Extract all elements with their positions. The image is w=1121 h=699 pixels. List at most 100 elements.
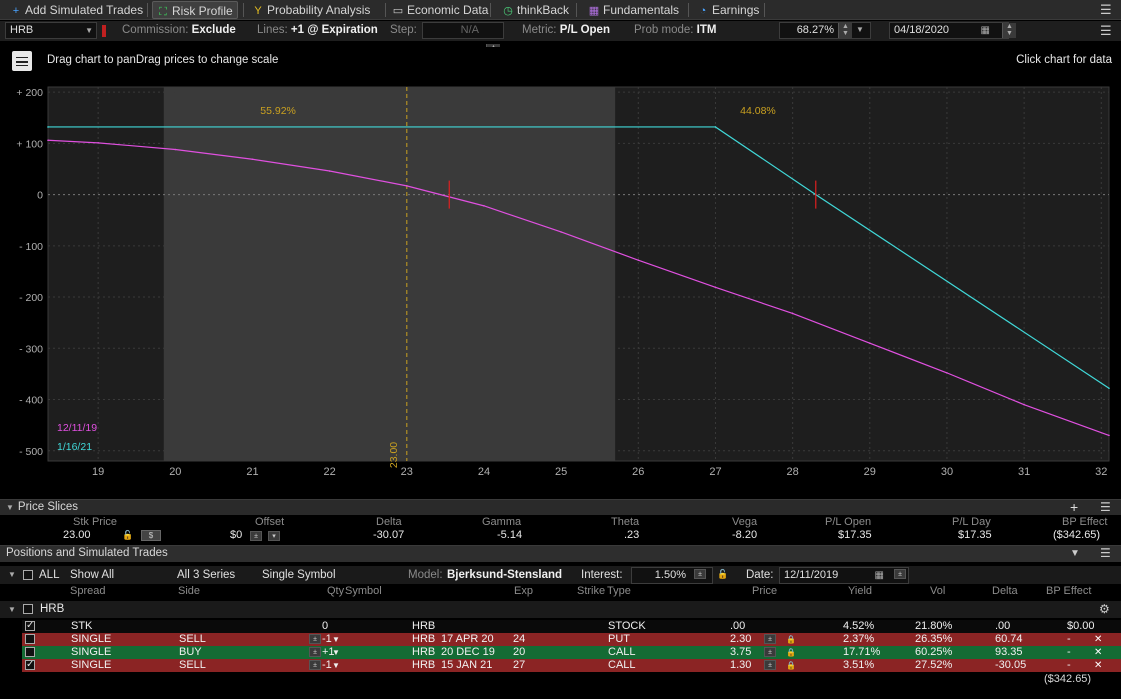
- position-checkbox[interactable]: [25, 634, 35, 644]
- tab-economic-data[interactable]: ▭ Economic Data: [388, 1, 492, 19]
- position-checkbox[interactable]: [25, 619, 35, 632]
- qty-cell[interactable]: -1: [322, 659, 332, 672]
- series-filter-dropdown[interactable]: All 3 Series: [177, 569, 235, 581]
- price-cell[interactable]: 2.30: [730, 633, 751, 646]
- stk-price-value[interactable]: 23.00: [63, 529, 91, 541]
- vega-value: -8.20: [732, 529, 758, 541]
- calendar-icon[interactable]: ▦: [875, 568, 884, 583]
- exp-cell[interactable]: 17 APR 20: [441, 633, 494, 646]
- calendar-icon[interactable]: ▦: [981, 23, 990, 38]
- lines-control[interactable]: Lines: +1 @ Expiration: [257, 24, 378, 36]
- position-row[interactable]: SINGLE SELL -1 HRB 15 JAN 21 27 CALL 1.30 3.51% 2…: [22, 658, 1121, 672]
- price-spinner[interactable]: ±: [764, 634, 776, 644]
- qty-cell[interactable]: 0: [322, 620, 328, 633]
- type-cell[interactable]: CALL: [608, 659, 636, 672]
- tab-risk-profile[interactable]: ⛶ Risk Profile: [152, 1, 238, 19]
- price-cell[interactable]: 3.75: [730, 646, 751, 659]
- side-cell[interactable]: BUY: [179, 646, 202, 659]
- strike-cell[interactable]: 27: [513, 659, 525, 672]
- side-cell[interactable]: SELL: [179, 633, 206, 646]
- positions-header[interactable]: Positions and Simulated Trades ▼ ☰: [0, 545, 1121, 562]
- lock-icon[interactable]: 🔓: [122, 530, 133, 541]
- exp-cell[interactable]: 20 DEC 19: [441, 646, 495, 659]
- model-dropdown[interactable]: Bjerksund-Stensland: [447, 569, 562, 581]
- prob-mode-control[interactable]: Prob mode: ITM: [634, 24, 716, 36]
- tab-thinkback[interactable]: ◷ thinkBack: [498, 1, 573, 19]
- position-row[interactable]: STK 0 HRB STOCK .00 4.52% 21.80% .00 $0.00: [22, 619, 1121, 633]
- qty-spinner[interactable]: ±: [309, 660, 321, 670]
- price-slices-header[interactable]: ▼ Price Slices + ☰: [0, 499, 1121, 515]
- date-spinner[interactable]: ±: [894, 569, 906, 579]
- add-slice-icon[interactable]: +: [1070, 500, 1078, 515]
- menu-icon[interactable]: ☰: [1100, 23, 1112, 39]
- chart-style-icon[interactable]: [12, 51, 32, 71]
- dollar-toggle[interactable]: $: [141, 530, 161, 541]
- price-spinner[interactable]: ±: [764, 660, 776, 670]
- select-all-checkbox[interactable]: [23, 570, 33, 580]
- position-checkbox[interactable]: [25, 647, 35, 657]
- chevron-down-icon[interactable]: ▼: [856, 25, 864, 34]
- qty-spinner[interactable]: ±: [309, 647, 321, 657]
- price-cell[interactable]: 1.30: [730, 659, 751, 672]
- tab-probability-analysis[interactable]: Y Probability Analysis: [248, 1, 374, 19]
- qty-cell[interactable]: -1: [322, 633, 332, 646]
- chevron-down-icon[interactable]: ▼: [332, 646, 340, 659]
- offset-spinner[interactable]: ±: [250, 531, 262, 541]
- group-checkbox[interactable]: [23, 604, 33, 614]
- date-field[interactable]: 04/18/2020 ▦: [889, 22, 1009, 39]
- spread-cell: SINGLE: [71, 659, 112, 671]
- tab-earnings[interactable]: ◔ Earnings: [693, 1, 763, 19]
- chevron-down-icon[interactable]: ▼: [332, 659, 340, 672]
- position-checkbox[interactable]: [25, 658, 35, 671]
- risk-profile-svg[interactable]: 19 20 21 22 23 24 25 26 27 28 29 30 31 32 + 200 + 100 0 -…: [0, 75, 1121, 500]
- remove-position-icon[interactable]: ✕: [1094, 659, 1102, 672]
- lock-icon[interactable]: 🔒: [786, 646, 796, 659]
- date-value: 04/18/2020: [894, 24, 950, 36]
- show-all-dropdown[interactable]: Show All: [70, 569, 114, 581]
- risk-profile-chart[interactable]: 19 20 21 22 23 24 25 26 27 28 29 30 31 32 + 200 + 100 0 -…: [0, 75, 1121, 500]
- tab-add-simulated-trades[interactable]: + Add Simulated Trades: [6, 1, 147, 19]
- price-cell[interactable]: .00: [730, 620, 745, 633]
- symbol-selector[interactable]: HRB ▼: [5, 22, 97, 39]
- col-price: Price: [752, 585, 778, 597]
- lock-icon[interactable]: 🔒: [786, 633, 796, 646]
- qty-spinner[interactable]: ±: [309, 634, 321, 644]
- collapse-icon[interactable]: ▼: [6, 503, 14, 512]
- menu-icon[interactable]: ☰: [1100, 2, 1112, 18]
- symbol-filter-dropdown[interactable]: Single Symbol: [262, 569, 336, 581]
- interest-spinner[interactable]: ±: [694, 569, 706, 579]
- filter-icon[interactable]: ▼: [1070, 546, 1080, 561]
- tab-fundamentals[interactable]: ▦ Fundamentals: [584, 1, 683, 19]
- group-row-hrb[interactable]: ▼ HRB ⚙: [0, 601, 1121, 618]
- menu-icon[interactable]: ☰: [1100, 500, 1111, 515]
- lock-icon[interactable]: 🔒: [786, 659, 796, 672]
- type-cell[interactable]: CALL: [608, 646, 636, 659]
- collapse-icon[interactable]: ▼: [8, 605, 16, 614]
- remove-position-icon[interactable]: ✕: [1094, 633, 1102, 646]
- exp-cell[interactable]: 15 JAN 21: [441, 659, 492, 672]
- side-cell[interactable]: SELL: [179, 659, 206, 672]
- chevron-down-icon[interactable]: ▾: [268, 531, 280, 541]
- type-cell[interactable]: PUT: [608, 633, 630, 646]
- step-field[interactable]: N/A: [422, 22, 504, 39]
- positions-date-field[interactable]: 12/11/2019 ▦: [779, 567, 909, 584]
- chevron-down-icon[interactable]: ▼: [332, 633, 340, 646]
- commission-control[interactable]: Commission: Exclude: [122, 24, 236, 36]
- position-row[interactable]: SINGLE SELL -1 HRB 17 APR 20 24 PUT 2.30 2.37% 26…: [22, 633, 1121, 646]
- positions-toolbar: ▼ ALL Show All All 3 Series Single Symbo…: [0, 566, 1121, 584]
- collapse-icon[interactable]: ▼: [8, 570, 16, 579]
- metric-control[interactable]: Metric: P/L Open: [522, 24, 610, 36]
- position-row[interactable]: SINGLE BUY +1 HRB 20 DEC 19 20 CALL 3.75 17.71% 6…: [22, 646, 1121, 659]
- menu-icon[interactable]: ☰: [1100, 546, 1111, 561]
- date-spinner[interactable]: ▲ ▼: [1002, 23, 1016, 38]
- price-spinner[interactable]: ±: [764, 647, 776, 657]
- prob-percent-spinner[interactable]: ▲ ▼: [838, 23, 852, 38]
- strike-cell[interactable]: 20: [513, 646, 525, 659]
- gear-icon[interactable]: ⚙: [1099, 602, 1110, 616]
- remove-position-icon[interactable]: ✕: [1094, 646, 1102, 659]
- symbol-cell: HRB: [412, 633, 436, 645]
- offset-value[interactable]: $0: [230, 529, 242, 541]
- type-cell[interactable]: STOCK: [608, 620, 646, 633]
- lock-icon[interactable]: 🔓: [717, 569, 728, 580]
- strike-cell[interactable]: 24: [513, 633, 525, 646]
